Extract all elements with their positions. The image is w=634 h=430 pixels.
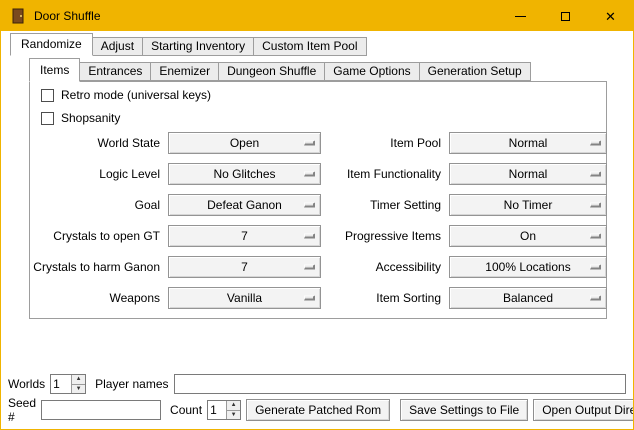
app-icon [10, 8, 26, 24]
dropdown-indicator-icon [304, 141, 315, 146]
weapons-label: Weapons [32, 291, 160, 305]
spin-up-icon[interactable]: ▲ [72, 375, 85, 385]
retro-mode-label: Retro mode (universal keys) [61, 88, 211, 102]
app-window: Door Shuffle ✕ Randomize Adjust Starting… [0, 0, 634, 430]
goal-dropdown[interactable]: Defeat Ganon [168, 194, 321, 216]
tab-game-options[interactable]: Game Options [324, 62, 419, 81]
item-pool-value: Normal [509, 136, 548, 150]
tab-custom-item-pool[interactable]: Custom Item Pool [253, 37, 366, 56]
crystals-open-gt-dropdown[interactable]: 7 [168, 225, 321, 247]
spin-up-icon[interactable]: ▲ [227, 401, 240, 411]
dropdown-indicator-icon [304, 172, 315, 177]
timer-setting-value: No Timer [504, 198, 553, 212]
dropdown-indicator-icon [590, 234, 601, 239]
world-state-label: World State [32, 136, 160, 150]
save-settings-button[interactable]: Save Settings to File [400, 399, 528, 421]
close-button[interactable]: ✕ [588, 1, 633, 31]
shopsanity-label: Shopsanity [61, 111, 120, 125]
crystals-harm-ganon-dropdown[interactable]: 7 [168, 256, 321, 278]
logic-level-label: Logic Level [32, 167, 160, 181]
item-functionality-label: Item Functionality [329, 167, 441, 181]
seed-label: Seed # [8, 396, 36, 424]
window-title: Door Shuffle [34, 9, 101, 23]
tab-dungeon-shuffle[interactable]: Dungeon Shuffle [218, 62, 325, 81]
accessibility-value: 100% Locations [485, 260, 570, 274]
worlds-label: Worlds [8, 377, 45, 391]
crystals-harm-ganon-label: Crystals to harm Ganon [32, 260, 160, 274]
item-sorting-value: Balanced [503, 291, 553, 305]
tab-adjust[interactable]: Adjust [92, 37, 143, 56]
dropdown-indicator-icon [590, 172, 601, 177]
titlebar: Door Shuffle ✕ [1, 1, 633, 31]
open-output-directory-button[interactable]: Open Output Directory [533, 399, 634, 421]
player-names-input[interactable] [174, 374, 627, 394]
tab-randomize[interactable]: Randomize [10, 33, 93, 56]
dropdown-indicator-icon [590, 203, 601, 208]
maximize-icon [561, 12, 570, 21]
timer-setting-label: Timer Setting [329, 198, 441, 212]
crystals-open-gt-value: 7 [241, 229, 248, 243]
world-state-value: Open [230, 136, 259, 150]
spinner-arrows: ▲ ▼ [71, 375, 85, 393]
generate-patched-rom-button[interactable]: Generate Patched Rom [246, 399, 390, 421]
accessibility-label: Accessibility [329, 260, 441, 274]
dropdown-indicator-icon [590, 265, 601, 270]
tab-starting-inventory[interactable]: Starting Inventory [142, 37, 254, 56]
item-pool-label: Item Pool [329, 136, 441, 150]
spinner-arrows: ▲ ▼ [226, 401, 240, 419]
world-state-dropdown[interactable]: Open [168, 132, 321, 154]
worlds-spinner[interactable]: ▲ ▼ [50, 374, 86, 394]
outer-tab-bar: Randomize Adjust Starting Inventory Cust… [10, 33, 366, 56]
checkbox-icon [41, 89, 54, 102]
weapons-value: Vanilla [227, 291, 262, 305]
item-functionality-value: Normal [509, 167, 548, 181]
accessibility-dropdown[interactable]: 100% Locations [449, 256, 607, 278]
logic-level-value: No Glitches [213, 167, 275, 181]
item-functionality-dropdown[interactable]: Normal [449, 163, 607, 185]
progressive-items-dropdown[interactable]: On [449, 225, 607, 247]
tab-items[interactable]: Items [29, 58, 80, 82]
minimize-icon [515, 16, 526, 17]
window-controls: ✕ [498, 1, 633, 31]
item-sorting-dropdown[interactable]: Balanced [449, 287, 607, 309]
count-spinner[interactable]: ▲ ▼ [207, 400, 241, 420]
item-sorting-label: Item Sorting [329, 291, 441, 305]
spin-down-icon[interactable]: ▼ [72, 385, 85, 394]
dropdown-indicator-icon [304, 203, 315, 208]
close-icon: ✕ [605, 10, 616, 23]
timer-setting-dropdown[interactable]: No Timer [449, 194, 607, 216]
dropdown-indicator-icon [590, 141, 601, 146]
worlds-input[interactable] [51, 375, 71, 393]
crystals-harm-ganon-value: 7 [241, 260, 248, 274]
dropdown-indicator-icon [304, 296, 315, 301]
tab-enemizer[interactable]: Enemizer [150, 62, 219, 81]
dropdown-indicator-icon [304, 234, 315, 239]
retro-mode-checkbox[interactable]: Retro mode (universal keys) [41, 87, 211, 103]
spin-down-icon[interactable]: ▼ [227, 411, 240, 420]
seed-input[interactable] [41, 400, 161, 420]
inner-tab-bar: Items Entrances Enemizer Dungeon Shuffle… [29, 58, 530, 82]
shopsanity-checkbox[interactable]: Shopsanity [41, 110, 120, 126]
seed-row: Seed # Count ▲ ▼ Generate Patched Rom Sa… [8, 399, 626, 421]
tab-generation-setup[interactable]: Generation Setup [419, 62, 531, 81]
checkbox-icon [41, 112, 54, 125]
player-names-label: Player names [95, 377, 168, 391]
worlds-row: Worlds ▲ ▼ Player names [8, 373, 626, 395]
crystals-open-gt-label: Crystals to open GT [32, 229, 160, 243]
progressive-items-value: On [520, 229, 536, 243]
minimize-button[interactable] [498, 1, 543, 31]
count-input[interactable] [208, 401, 226, 419]
count-label: Count [170, 403, 202, 417]
weapons-dropdown[interactable]: Vanilla [168, 287, 321, 309]
dropdown-indicator-icon [590, 296, 601, 301]
item-pool-dropdown[interactable]: Normal [449, 132, 607, 154]
goal-value: Defeat Ganon [207, 198, 282, 212]
progressive-items-label: Progressive Items [329, 229, 441, 243]
settings-grid: World State Open Item Pool Normal Logic … [32, 132, 607, 309]
tab-entrances[interactable]: Entrances [79, 62, 151, 81]
logic-level-dropdown[interactable]: No Glitches [168, 163, 321, 185]
dropdown-indicator-icon [304, 265, 315, 270]
maximize-button[interactable] [543, 1, 588, 31]
goal-label: Goal [32, 198, 160, 212]
